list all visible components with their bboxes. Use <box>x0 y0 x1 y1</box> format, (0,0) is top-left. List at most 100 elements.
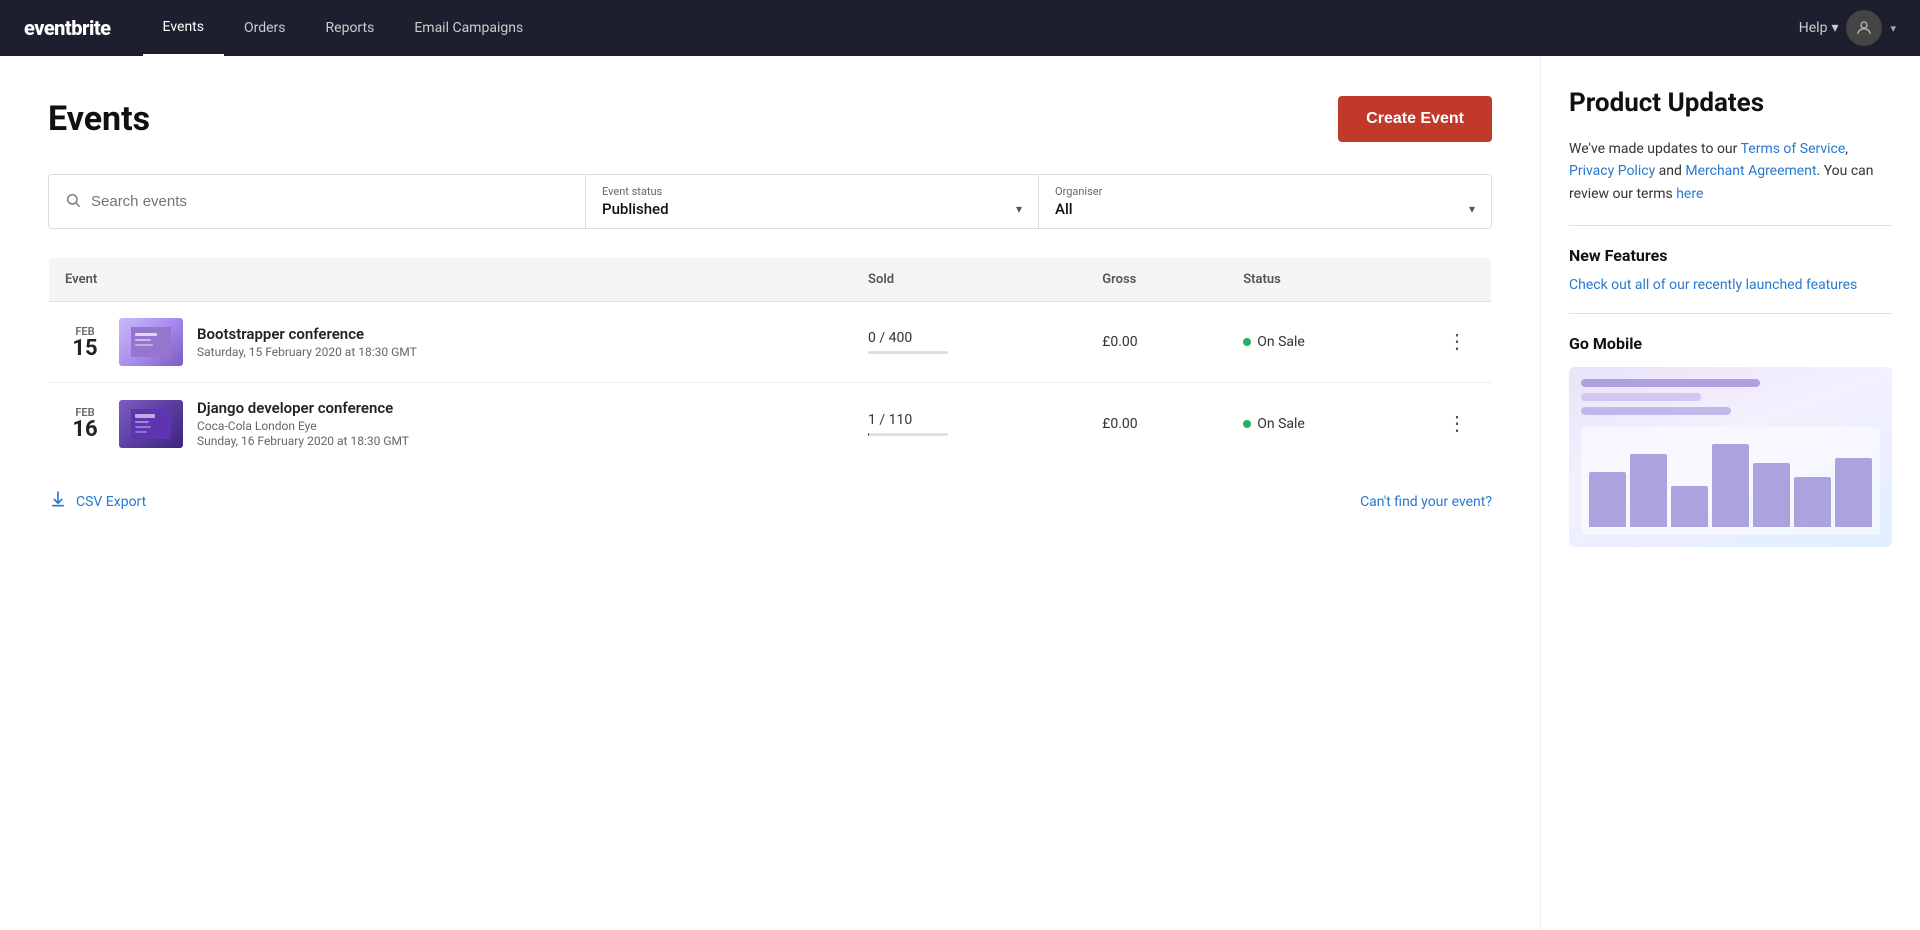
event-cell-django: FEB 16 <box>49 383 853 465</box>
mobile-preview-inner <box>1569 367 1892 547</box>
event-info-django: Django developer conference Coca-Cola Lo… <box>197 399 409 448</box>
col-header-sold: Sold <box>852 258 1086 302</box>
events-table-body: FEB 15 <box>49 302 1492 465</box>
gross-cell-bootstrapper: £0.00 <box>1086 302 1227 383</box>
page-title: Events <box>48 99 150 139</box>
col-header-gross: Gross <box>1086 258 1227 302</box>
mobile-preview <box>1569 367 1892 547</box>
sold-value-django: 1 / 110 <box>868 412 1070 428</box>
more-button-django[interactable]: ⋮ <box>1439 410 1475 438</box>
table-header: Event Sold Gross Status <box>49 258 1492 302</box>
search-input[interactable] <box>91 177 569 226</box>
chart-bar-3 <box>1671 486 1708 527</box>
sidebar: Product Updates We've made updates to ou… <box>1540 56 1920 930</box>
more-button-bootstrapper[interactable]: ⋮ <box>1439 328 1475 356</box>
preview-chart-area <box>1581 427 1880 535</box>
navbar-right: Help ▾ ▾ <box>1799 10 1896 46</box>
event-location-django: Coca-Cola London Eye <box>197 419 409 433</box>
chart-bar-4 <box>1712 444 1749 527</box>
date-day-django: 16 <box>65 419 105 441</box>
help-chevron-icon: ▾ <box>1831 20 1838 36</box>
cant-find-link[interactable]: Can't find your event? <box>1360 494 1492 510</box>
merchant-agreement-link[interactable]: Merchant Agreement <box>1685 163 1816 179</box>
status-text-bootstrapper: On Sale <box>1257 334 1305 350</box>
organiser-value-row: All ▾ <box>1055 200 1475 218</box>
gross-cell-django: £0.00 <box>1086 383 1227 465</box>
page-layout: Events Create Event Event status Publish… <box>0 56 1920 930</box>
preview-bar-2 <box>1581 393 1701 401</box>
event-datetime-django: Sunday, 16 February 2020 at 18:30 GMT <box>197 434 409 448</box>
event-name-bootstrapper[interactable]: Bootstrapper conference <box>197 325 417 343</box>
event-status-value-row: Published ▾ <box>602 200 1022 218</box>
organiser-value: All <box>1055 200 1073 218</box>
event-thumbnail-bootstrapper[interactable] <box>119 318 183 366</box>
main-content: Events Create Event Event status Publish… <box>0 56 1540 930</box>
nav-orders[interactable]: Orders <box>224 0 306 56</box>
app-logo[interactable]: eventbrite <box>24 16 111 40</box>
sold-cell-django: 1 / 110 <box>852 383 1086 465</box>
organiser-label: Organiser <box>1055 185 1475 198</box>
event-name-django[interactable]: Django developer conference <box>197 399 409 417</box>
chart-bar-5 <box>1753 463 1790 527</box>
sold-value-bootstrapper: 0 / 400 <box>868 330 1070 346</box>
page-header: Events Create Event <box>48 96 1492 142</box>
date-badge-bootstrapper: FEB 15 <box>65 325 105 360</box>
event-status-label: Event status <box>602 185 1022 198</box>
help-button[interactable]: Help ▾ <box>1799 20 1839 36</box>
chart-bar-7 <box>1835 458 1872 527</box>
table-row: FEB 15 <box>49 302 1492 383</box>
chart-bar-1 <box>1589 472 1626 527</box>
csv-export-label: CSV Export <box>76 494 146 510</box>
table-actions: CSV Export Can't find your event? <box>48 489 1492 514</box>
more-actions-bootstrapper: ⋮ <box>1423 302 1492 383</box>
sidebar-divider-2 <box>1569 313 1892 314</box>
user-chevron-icon[interactable]: ▾ <box>1890 22 1896 35</box>
col-header-event: Event <box>49 258 853 302</box>
new-features-link[interactable]: Check out all of our recently launched f… <box>1569 277 1892 293</box>
organiser-filter[interactable]: Organiser All ▾ <box>1039 175 1491 228</box>
go-mobile-title: Go Mobile <box>1569 334 1892 353</box>
user-avatar[interactable] <box>1846 10 1882 46</box>
event-datetime-bootstrapper: Saturday, 15 February 2020 at 18:30 GMT <box>197 345 417 359</box>
search-icon <box>65 192 81 212</box>
csv-export-link[interactable]: CSV Export <box>48 489 146 514</box>
product-updates-title: Product Updates <box>1569 88 1892 118</box>
nav-reports[interactable]: Reports <box>306 0 395 56</box>
sidebar-divider <box>1569 225 1892 226</box>
nav-events[interactable]: Events <box>143 0 224 56</box>
table-row: FEB 16 <box>49 383 1492 465</box>
col-header-status: Status <box>1227 258 1423 302</box>
intro-text-2: , <box>1845 141 1848 157</box>
status-dot-bootstrapper <box>1243 338 1251 346</box>
logo-text: eventbrite <box>24 16 111 40</box>
more-actions-django: ⋮ <box>1423 383 1492 465</box>
event-cell-bootstrapper: FEB 15 <box>49 302 853 383</box>
sold-bar-fill-django <box>868 433 869 436</box>
event-info-bootstrapper: Bootstrapper conference Saturday, 15 Feb… <box>197 325 417 359</box>
event-status-chevron-icon: ▾ <box>1016 202 1022 216</box>
help-label: Help <box>1799 20 1828 36</box>
organiser-chevron-icon: ▾ <box>1469 202 1475 216</box>
date-day: 15 <box>65 338 105 360</box>
sold-cell-bootstrapper: 0 / 400 <box>852 302 1086 383</box>
status-cell-django: On Sale <box>1227 383 1423 465</box>
terms-of-service-link[interactable]: Terms of Service <box>1741 141 1846 157</box>
product-updates-text: We've made updates to our Terms of Servi… <box>1569 138 1892 205</box>
sold-bar-django <box>868 433 948 436</box>
intro-text-3: and <box>1655 163 1685 179</box>
new-features-title: New Features <box>1569 246 1892 265</box>
csv-icon <box>48 489 68 514</box>
events-table: Event Sold Gross Status FEB 15 <box>48 257 1492 465</box>
preview-bar-3 <box>1581 407 1731 415</box>
here-link[interactable]: here <box>1676 186 1703 202</box>
status-dot-django <box>1243 420 1251 428</box>
date-badge-django: FEB 16 <box>65 406 105 441</box>
event-status-filter[interactable]: Event status Published ▾ <box>586 175 1039 228</box>
privacy-policy-link[interactable]: Privacy Policy <box>1569 163 1655 179</box>
nav-email-campaigns[interactable]: Email Campaigns <box>394 0 543 56</box>
preview-bar-1 <box>1581 379 1760 387</box>
nav-links: Events Orders Reports Email Campaigns <box>143 0 1799 56</box>
event-thumbnail-django[interactable] <box>119 400 183 448</box>
create-event-button[interactable]: Create Event <box>1338 96 1492 142</box>
intro-text-1: We've made updates to our <box>1569 141 1741 157</box>
